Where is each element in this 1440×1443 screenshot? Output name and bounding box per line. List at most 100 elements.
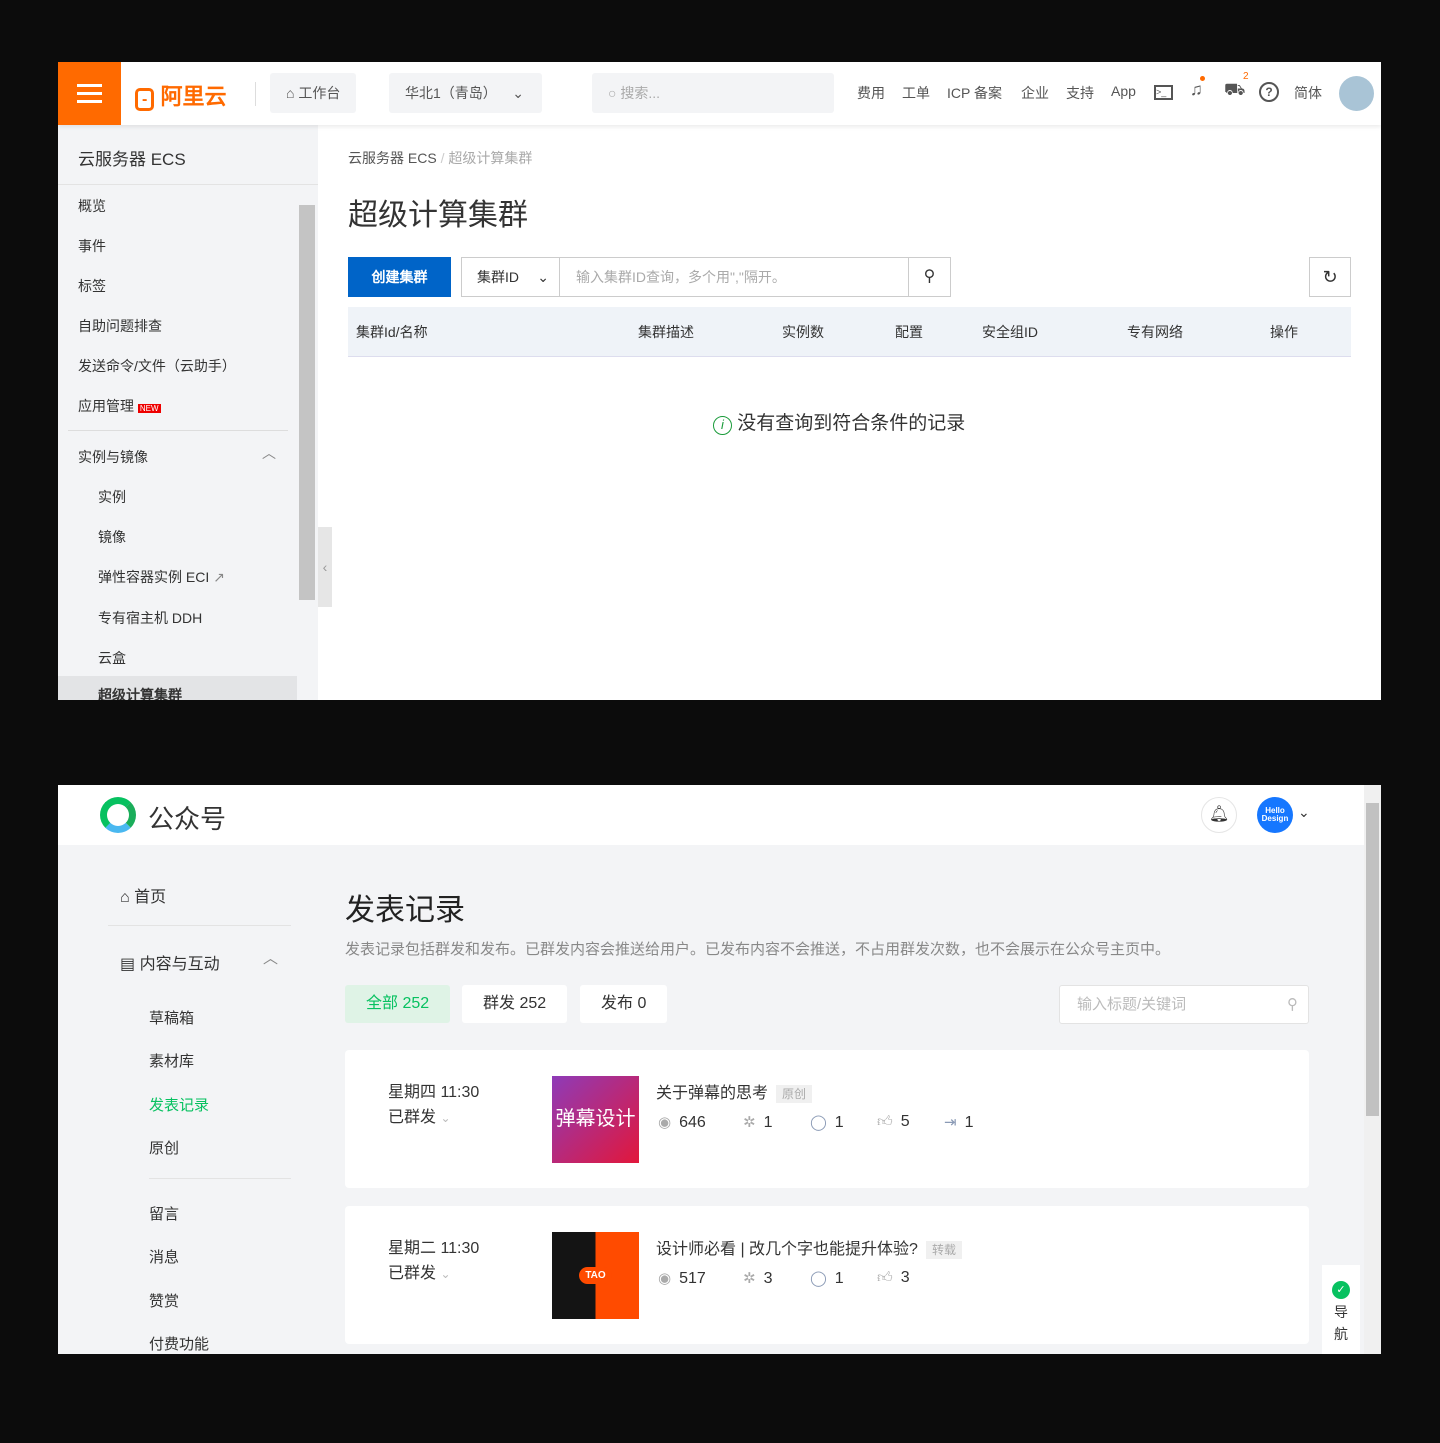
search-input[interactable]: 输入标题/关键词 ⚲ [1059,985,1309,1024]
share-icon: ✲ [743,1270,756,1287]
avatar[interactable]: Hello Design [1257,797,1293,833]
language-switch[interactable]: 简体 [1294,83,1322,103]
cart-icon[interactable]: ⛟ [1224,80,1245,102]
sidebar-group-content[interactable]: ▤ 内容与互动 [120,950,220,974]
likes: 5 [900,1113,910,1130]
scrollbar[interactable] [1366,803,1379,1116]
comment-icon: ◯ [810,1114,827,1131]
chevron-up-icon[interactable]: ︿ [262,443,276,463]
sidebar-item-hpc-cluster[interactable]: 超级计算集群 [98,685,182,700]
shares-stat: ✲ 3 [743,1269,772,1288]
main-content: 云服务器 ECS / 超级计算集群 超级计算集群 创建集群 集群ID ⌄ 输入集群… [318,125,1381,700]
sidebar-item-cloudbox[interactable]: 云盒 [98,648,126,668]
record-status[interactable]: 已群发 ⌄ [388,1103,451,1127]
sidebar: 云服务器 ECS 概览 事件 标签 自助问题排查 发送命令/文件（云助手） 应用… [58,125,318,700]
sidebar-item-app-management[interactable]: 应用管理 NEW [78,396,161,416]
record-thumbnail[interactable]: TAO [552,1232,639,1319]
search-button[interactable]: ⚲ [908,258,950,296]
col-instances: 实例数 [782,324,824,340]
comment-icon: ◯ [810,1270,827,1287]
record-title[interactable]: 关于弹幕的思考 [656,1085,768,1102]
label: 应用管理 [78,398,134,414]
help-icon[interactable]: ? [1259,82,1279,102]
sidebar-item-paid[interactable]: 付费功能 [149,1333,209,1354]
check-icon: ✓ [1332,1281,1350,1299]
sidebar-item-home[interactable]: ⌂ 首页 [120,883,166,907]
views: 646 [679,1114,706,1131]
filter-select[interactable]: 集群ID ⌄ [462,258,560,296]
workbench-button[interactable]: ⌂ 工作台 [270,73,357,113]
wechat-mp: 公众号 🔔︎ Hello Design ⌄ ⌂ 首页 ▤ 内容与互动 ︿ 草稿箱… [58,785,1381,1354]
forwards-stat: ⇥ 1 [944,1113,973,1132]
page-title: 超级计算集群 [348,199,528,232]
nav-app[interactable]: App [1111,83,1136,99]
nav-enterprise[interactable]: 企业 [1021,83,1049,103]
aliyun-console: - 阿里云 ⌂ 工作台 华北1（青岛） ⌄ ○ 搜索... 费用 工单 ICP 备… [58,62,1381,700]
sidebar-item-images[interactable]: 镜像 [98,527,126,547]
sidebar-item-library[interactable]: 素材库 [149,1050,194,1071]
sidebar-item-cloud-assistant[interactable]: 发送命令/文件（云助手） [78,356,236,376]
sidebar-item-events[interactable]: 事件 [78,236,106,256]
filter-select-label: 集群ID [477,269,519,285]
tab-published[interactable]: 发布 0 [580,985,668,1023]
record-thumbnail[interactable]: 弹幕设计 [552,1076,639,1163]
chevron-down-icon: ⌄ [440,1267,451,1281]
refresh-button[interactable]: ↻ [1309,257,1351,297]
record-title-row: 设计师必看 | 改几个字也能提升体验? 转载 [656,1235,962,1259]
sidebar-item-ddh[interactable]: 专有宿主机 DDH [98,608,202,628]
breadcrumb-ecs[interactable]: 云服务器 ECS [348,150,437,166]
breadcrumb-current: 超级计算集群 [448,150,533,166]
sidebar-item-rewards[interactable]: 赞赏 [149,1290,179,1311]
record-card[interactable]: 星期四 11:30 已群发 ⌄ 弹幕设计 关于弹幕的思考 原创 ◉ 646 ✲ 1 ◯… [345,1050,1309,1188]
scrollbar[interactable] [299,205,315,600]
nav-fees[interactable]: 费用 [857,83,885,103]
sidebar-item-comments[interactable]: 留言 [149,1203,179,1224]
info-icon: i [713,416,732,435]
sidebar-item-publish-records[interactable]: 发表记录 [149,1094,209,1115]
status-label: 已群发 [388,1265,437,1282]
record-card[interactable]: 星期二 11:30 已群发 ⌄ TAO 设计师必看 | 改几个字也能提升体验? 转… [345,1206,1309,1344]
region-select[interactable]: 华北1（青岛） ⌄ [389,73,542,113]
sidebar-item-overview[interactable]: 概览 [78,196,106,216]
create-cluster-button[interactable]: 创建集群 [348,257,451,297]
new-badge: NEW [137,404,161,413]
chevron-down-icon[interactable]: ⌄ [1298,804,1310,821]
col-vpc: 专有网络 [1127,324,1183,340]
record-time: 星期四 11:30 [388,1084,480,1101]
sidebar-item-instances[interactable]: 实例 [98,487,126,507]
top-bar: 公众号 🔔︎ Hello Design ⌄ [58,785,1364,845]
logo-text[interactable]: 公众号 [148,799,226,836]
home-icon: ⌂ [286,85,299,101]
sidebar-item-drafts[interactable]: 草稿箱 [149,1007,194,1028]
record-status[interactable]: 已群发 ⌄ [388,1259,451,1283]
menu-button[interactable] [58,62,121,125]
search-input[interactable]: ○ 搜索... [592,73,834,113]
workbench-label: 工作台 [298,85,341,101]
avatar[interactable] [1339,76,1374,111]
chevron-down-icon: ⌄ [440,1111,451,1125]
terminal-icon[interactable]: >_ [1154,85,1173,100]
record-title[interactable]: 设计师必看 | 改几个字也能提升体验? [656,1241,918,1258]
filter-input[interactable]: 输入集群ID查询，多个用","隔开。 [576,258,786,296]
sidebar-item-messages[interactable]: 消息 [149,1246,179,1267]
sidebar-item-troubleshoot[interactable]: 自助问题排查 [78,316,162,336]
tab-all[interactable]: 全部 252 [345,985,451,1023]
bell-icon[interactable]: 🔔︎ [1201,797,1237,833]
sidebar-item-tags[interactable]: 标签 [78,276,106,296]
sidebar-group-instances[interactable]: 实例与镜像 [78,447,148,467]
sidebar-item-eci[interactable]: 弹性容器实例 ECI ↗ [98,567,225,587]
page-title: 发表记录 [345,894,465,927]
bell-icon[interactable]: ♫ [1190,80,1203,100]
guide-button[interactable]: ✓ 导航 [1322,1265,1360,1354]
thumbs-up-icon: 👍︎ [877,1269,893,1286]
nav-tickets[interactable]: 工单 [902,83,930,103]
nav-icp[interactable]: ICP 备案 [947,83,1002,103]
forwards: 1 [964,1114,974,1131]
nav-support[interactable]: 支持 [1066,83,1094,103]
sidebar-item-original[interactable]: 原创 [149,1137,179,1158]
external-link-icon: ↗ [213,569,225,585]
tab-mass[interactable]: 群发 252 [462,985,568,1023]
chevron-up-icon[interactable]: ︿ [263,947,278,968]
aliyun-logo[interactable]: - 阿里云 [135,79,226,111]
thumbs-up-icon: 👍︎ [877,1113,893,1130]
